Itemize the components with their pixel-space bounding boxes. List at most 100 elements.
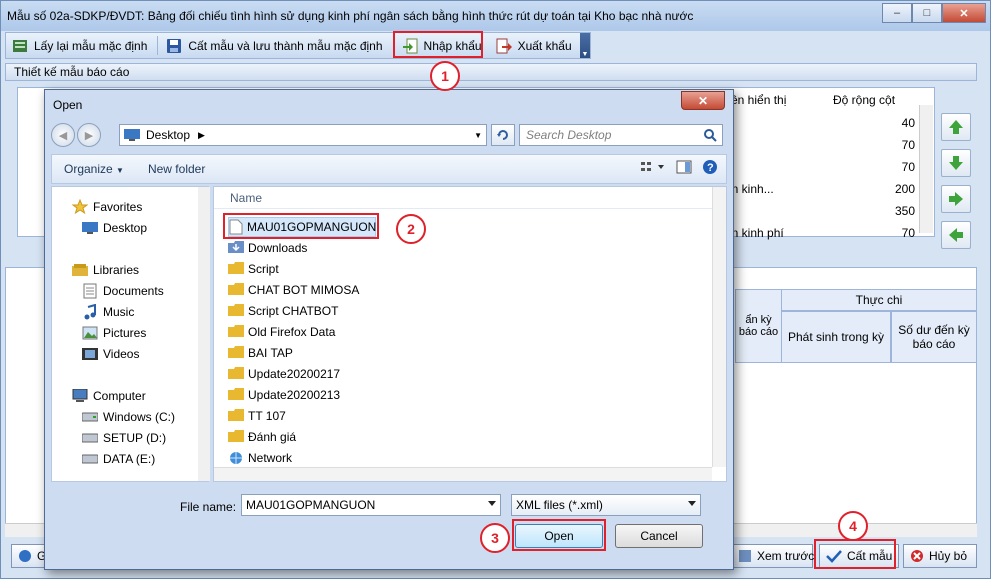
help-icon (18, 549, 32, 563)
forward-button[interactable]: ▶ (77, 123, 101, 147)
dialog-command-bar: Organize ▼ New folder ? (51, 154, 727, 184)
navigation-pane: Favorites Desktop Libraries Documents Mu… (51, 186, 210, 482)
organize-button[interactable]: Organize ▼ (64, 162, 124, 176)
new-folder-button[interactable]: New folder (148, 162, 205, 176)
design-scrollbar[interactable] (919, 105, 933, 233)
import-button[interactable]: Nhập khẩu (396, 34, 488, 57)
row-width[interactable]: 40 (875, 116, 915, 130)
preview-icon (738, 549, 752, 563)
nav-computer[interactable]: Computer (72, 388, 146, 404)
network-icon (228, 450, 244, 466)
folder-icon (228, 345, 244, 361)
file-item[interactable]: Update20200217 (228, 364, 340, 384)
save-default-button[interactable]: Cất mẫu và lưu thành mẫu mặc định (160, 34, 388, 57)
nav-libraries[interactable]: Libraries (72, 262, 139, 278)
row-width[interactable]: 70 (875, 226, 915, 240)
annotation-number: 1 (430, 61, 460, 91)
file-item[interactable]: Network (228, 448, 292, 468)
export-icon (496, 38, 512, 54)
folder-icon (228, 429, 244, 445)
arrow-up-icon (949, 120, 963, 134)
preview-button[interactable]: Xem trước (731, 544, 814, 568)
file-item[interactable]: Update20200213 (228, 385, 340, 405)
file-item[interactable]: CHAT BOT MIMOSA (228, 280, 359, 300)
help-icon[interactable]: ? (702, 159, 718, 178)
file-item-selected[interactable]: MAU01GOPMANGUON (228, 217, 376, 237)
app-title: Mẫu số 02a-SDKP/ĐVDT: Bảng đối chiếu tìn… (7, 9, 694, 23)
nav-favorites[interactable]: Favorites (72, 199, 142, 215)
import-icon (402, 38, 418, 54)
folder-icon (228, 282, 244, 298)
row-width[interactable]: 200 (875, 182, 915, 196)
reset-template-button[interactable]: Lấy lại mẫu mặc định (6, 34, 153, 57)
nav-videos[interactable]: Videos (82, 346, 139, 362)
refresh-button[interactable] (491, 124, 515, 146)
nav-scrollbar[interactable] (198, 187, 210, 481)
minimize-button[interactable]: – (882, 3, 912, 23)
cancel-button[interactable]: Hủy bỏ (903, 544, 977, 568)
move-down-button[interactable] (941, 149, 971, 177)
maximize-button[interactable]: □ (912, 3, 942, 23)
address-bar[interactable]: Desktop ▶ ▼ (119, 124, 487, 146)
nav-drive-e[interactable]: DATA (E:) (82, 451, 155, 467)
folder-icon (228, 366, 244, 382)
file-item[interactable]: Script (228, 259, 279, 279)
file-type-select[interactable]: XML files (*.xml) (511, 494, 701, 516)
address-dropdown-icon[interactable]: ▼ (474, 131, 482, 140)
row-width[interactable]: 350 (875, 204, 915, 218)
folder-icon (228, 261, 244, 277)
dialog-cancel-button[interactable]: Cancel (615, 524, 703, 548)
close-button[interactable]: ✕ (942, 3, 986, 23)
drive-icon (82, 430, 98, 446)
grid-column-balance: Số dư đến kỳ báo cáo (891, 311, 977, 363)
checkmark-icon (826, 549, 842, 563)
refresh-icon (497, 130, 508, 140)
row-width[interactable]: 70 (875, 138, 915, 152)
save-template-button[interactable]: Cất mẫu (819, 544, 899, 568)
file-name-label: File name: (180, 500, 237, 514)
display-name-column: ên hiển thị (731, 93, 787, 107)
open-dialog: Open ✕ ◀ ▶ Desktop ▶ ▼ Search Desktop Or… (44, 89, 734, 570)
preview-pane-icon[interactable] (676, 160, 692, 177)
row-width[interactable]: 70 (875, 160, 915, 174)
nav-drive-c[interactable]: Windows (C:) (82, 409, 175, 425)
file-item[interactable]: TT 107 (228, 406, 286, 426)
file-vertical-scrollbar[interactable] (712, 187, 726, 467)
open-button[interactable]: Open (515, 524, 603, 548)
move-left-button[interactable] (941, 221, 971, 249)
pictures-icon (82, 325, 98, 341)
floppy-icon (166, 38, 182, 54)
folder-icon (228, 303, 244, 319)
file-item[interactable]: Đánh giá (228, 427, 296, 447)
move-right-button[interactable] (941, 185, 971, 213)
annotation-number: 3 (480, 523, 510, 553)
file-item[interactable]: Script CHATBOT (228, 301, 338, 321)
file-item[interactable]: Old Firefox Data (228, 322, 335, 342)
nav-pictures[interactable]: Pictures (82, 325, 146, 341)
toolbar-overflow-button[interactable]: ▼ (580, 33, 590, 58)
search-input[interactable]: Search Desktop (519, 124, 723, 146)
chevron-down-icon (688, 501, 696, 506)
toolbar: Lấy lại mẫu mặc định Cất mẫu và lưu thàn… (5, 32, 591, 59)
file-horizontal-scrollbar[interactable] (214, 467, 712, 481)
nav-desktop[interactable]: Desktop (82, 220, 147, 236)
nav-music[interactable]: Music (82, 304, 134, 320)
videos-icon (82, 346, 98, 362)
arrow-left-icon (949, 228, 963, 242)
name-column-header[interactable]: Name (214, 187, 712, 209)
back-button[interactable]: ◀ (51, 123, 75, 147)
file-name-input[interactable]: MAU01GOPMANGUON (241, 494, 501, 516)
chevron-down-icon[interactable] (488, 501, 496, 506)
move-up-button[interactable] (941, 113, 971, 141)
annotation-number: 4 (838, 511, 868, 541)
computer-icon (72, 388, 88, 404)
chevron-down-icon: ▼ (116, 166, 124, 175)
dialog-close-button[interactable]: ✕ (681, 91, 725, 110)
export-button[interactable]: Xuất khẩu (490, 34, 578, 57)
view-options-icon[interactable] (640, 160, 666, 177)
file-item[interactable]: BAI TAP (228, 343, 293, 363)
cancel-icon (910, 549, 924, 563)
file-item[interactable]: Downloads (228, 238, 307, 258)
nav-documents[interactable]: Documents (82, 283, 164, 299)
nav-drive-d[interactable]: SETUP (D:) (82, 430, 166, 446)
